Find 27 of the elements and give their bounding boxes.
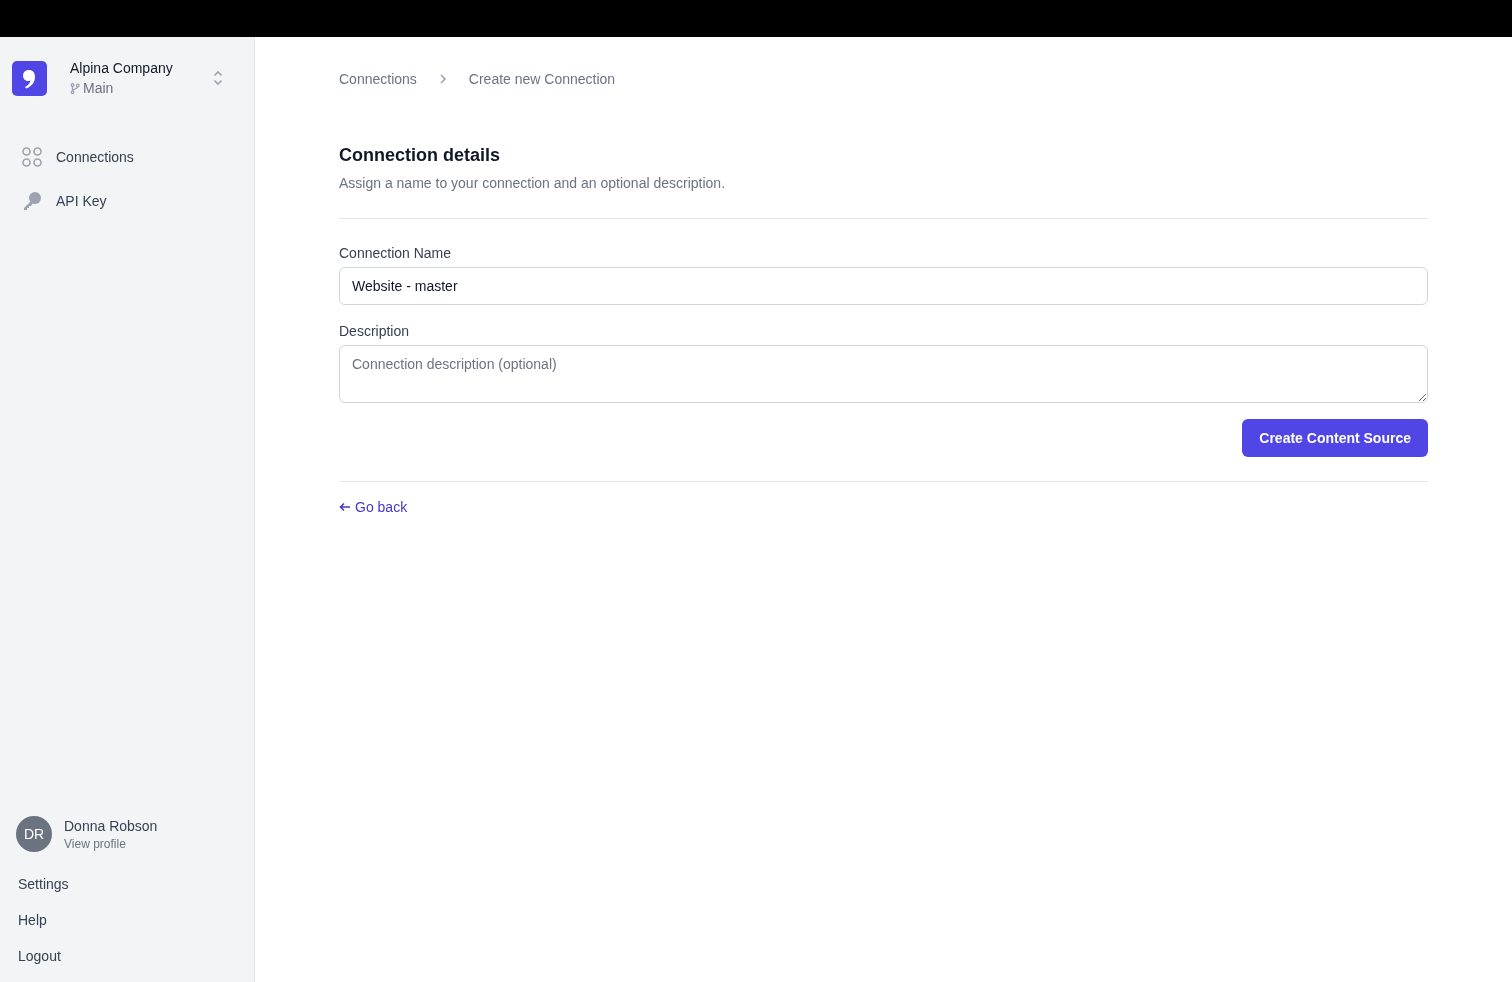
- arrow-left-icon: [339, 502, 351, 512]
- field-label: Connection Name: [339, 244, 453, 263]
- workspace-name: Alpina Company: [70, 59, 174, 78]
- sidebar-link[interactable]: Logout: [0, 946, 254, 966]
- section-title: Connection details: [339, 144, 501, 167]
- description-field[interactable]: Connection description (optional): [339, 345, 1428, 403]
- grid-icon: [22, 147, 42, 167]
- sidebar-link[interactable]: Settings: [0, 874, 254, 894]
- logo-icon: [12, 60, 47, 96]
- chevron-updown-icon[interactable]: [213, 70, 223, 86]
- key-icon: [22, 191, 42, 211]
- connection-name-field[interactable]: Website - master: [339, 267, 1428, 305]
- breadcrumb-link[interactable]: Connections: [339, 71, 417, 87]
- branch-icon: [70, 82, 80, 94]
- field-label: Description: [339, 322, 411, 341]
- nav-item[interactable]: API Key: [22, 181, 232, 221]
- section-description: Assign a name to your connection and an optional description.: [339, 174, 727, 193]
- breadcrumb-link[interactable]: Create new Connection: [468, 71, 616, 87]
- branch-name: Main: [83, 79, 114, 98]
- user-name: Donna Robson: [64, 817, 158, 836]
- nav-item[interactable]: Connections: [22, 137, 232, 177]
- avatar[interactable]: DR: [16, 816, 52, 852]
- sidebar-link[interactable]: Help: [0, 910, 254, 930]
- create-button[interactable]: Create Content Source: [1242, 419, 1428, 457]
- view-profile-link[interactable]: View profile: [64, 836, 158, 852]
- chevron-right-icon: [438, 73, 447, 85]
- go-back-link[interactable]: Go back: [339, 499, 408, 515]
